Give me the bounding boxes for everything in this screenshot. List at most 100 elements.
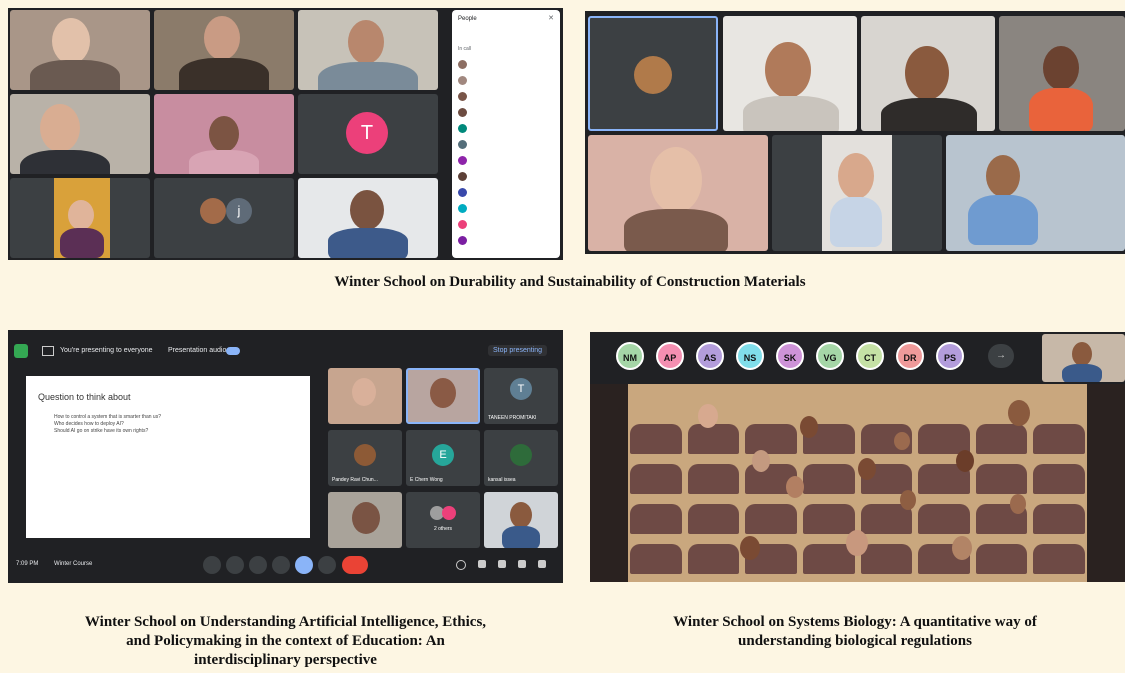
video-tile[interactable]: [484, 492, 558, 548]
video-tile[interactable]: 2 others: [406, 492, 480, 548]
mic-button[interactable]: [203, 556, 221, 574]
attendee: [900, 490, 916, 510]
video-tile[interactable]: T: [298, 94, 438, 174]
presentation-audio-label: Presentation audio: [168, 347, 227, 354]
activities-icon[interactable]: [518, 560, 526, 568]
attendee: [1008, 400, 1030, 426]
caption-systems-biology-1: Winter School on Systems Biology: A quan…: [673, 614, 1037, 630]
meeting-panel-construction-1: T j People ✕ In call: [8, 8, 563, 260]
list-item[interactable]: [458, 90, 554, 103]
participant-chip[interactable]: AP: [656, 342, 684, 370]
info-icon[interactable]: [456, 560, 466, 570]
more-options-button[interactable]: [318, 556, 336, 574]
video-tile[interactable]: j: [154, 178, 294, 258]
raise-hand-button[interactable]: [272, 556, 290, 574]
video-tile[interactable]: [588, 16, 718, 131]
participant-chip[interactable]: NM: [616, 342, 644, 370]
end-call-button[interactable]: [342, 556, 368, 574]
video-tile[interactable]: T TANEEN PROMITAKI: [484, 368, 558, 424]
slide-bullet: Who decides how to deploy AI?: [54, 421, 124, 427]
participant-chip[interactable]: DR: [896, 342, 924, 370]
chevron-right-icon[interactable]: →: [988, 344, 1014, 368]
video-tile[interactable]: [154, 94, 294, 174]
video-tile[interactable]: [10, 94, 150, 174]
people-panel: People ✕ In call: [452, 10, 560, 258]
in-call-label: In call: [458, 46, 472, 52]
meeting-name: Winter Course: [54, 561, 93, 567]
presenting-status: You're presenting to everyone: [60, 347, 153, 354]
lock-icon[interactable]: [538, 560, 546, 568]
slide-bullet: Should AI go on strike have its own righ…: [54, 428, 149, 434]
video-tile[interactable]: [10, 10, 150, 90]
presentation-audio-toggle[interactable]: [226, 347, 240, 355]
video-tile[interactable]: kansal issea: [484, 430, 558, 486]
list-item[interactable]: [458, 154, 554, 167]
captions-button[interactable]: [249, 556, 267, 574]
attendee: [894, 432, 910, 450]
list-item[interactable]: [458, 234, 554, 247]
video-tile[interactable]: [298, 178, 438, 258]
video-tile[interactable]: [772, 135, 942, 251]
attendee: [786, 476, 804, 498]
chat-icon[interactable]: [498, 560, 506, 568]
list-item[interactable]: [458, 186, 554, 199]
participant-name: Pandey Ravi Chun...: [332, 477, 378, 483]
video-tile[interactable]: Pandey Ravi Chun...: [328, 430, 402, 486]
caption-ai-ethics-2: and Policymaking in the context of Educa…: [126, 633, 445, 649]
video-tile[interactable]: [946, 135, 1125, 251]
video-tile[interactable]: [154, 10, 294, 90]
list-item[interactable]: [458, 122, 554, 135]
people-icon[interactable]: [478, 560, 486, 568]
immersive-auditorium: [590, 384, 1125, 582]
participant-chip[interactable]: CT: [856, 342, 884, 370]
present-icon: [14, 344, 28, 358]
video-tile[interactable]: [328, 492, 402, 548]
slide: Question to think about How to control a…: [26, 376, 310, 538]
attendee: [800, 416, 818, 438]
attendee: [858, 458, 876, 480]
video-tile[interactable]: [723, 16, 857, 131]
self-view-tile[interactable]: [1042, 334, 1125, 382]
video-tile[interactable]: [406, 368, 480, 424]
attendee: [956, 450, 974, 472]
meeting-panel-ai-ethics: You're presenting to everyone Presentati…: [8, 330, 563, 583]
avatar-t: T: [346, 112, 388, 154]
video-tile[interactable]: [999, 16, 1125, 131]
people-panel-title: People: [458, 16, 477, 22]
participant-chip[interactable]: NS: [736, 342, 764, 370]
list-item[interactable]: [458, 58, 554, 71]
video-tile[interactable]: [861, 16, 995, 131]
list-item[interactable]: [458, 218, 554, 231]
participant-name: kansal issea: [488, 477, 516, 483]
video-tile[interactable]: [588, 135, 768, 251]
attendee: [952, 536, 972, 560]
close-icon[interactable]: ✕: [548, 14, 554, 22]
list-item[interactable]: [458, 170, 554, 183]
camera-button[interactable]: [226, 556, 244, 574]
video-tile[interactable]: [328, 368, 402, 424]
stop-presenting-button[interactable]: Stop presenting: [488, 345, 548, 356]
participant-chip[interactable]: SK: [776, 342, 804, 370]
meeting-panel-construction-2: [585, 11, 1125, 254]
participant-chip[interactable]: AS: [696, 342, 724, 370]
avatar-j: j: [226, 198, 252, 224]
attendee: [740, 536, 760, 560]
present-button[interactable]: [295, 556, 313, 574]
list-item[interactable]: [458, 106, 554, 119]
caption-systems-biology-2: understanding biological regulations: [738, 633, 972, 649]
others-count: 2 others: [433, 526, 453, 532]
participant-name: E Chern Wong: [410, 477, 443, 483]
avatar-t: T: [510, 378, 532, 400]
list-item[interactable]: [458, 138, 554, 151]
slide-bullet: How to control a system that is smarter …: [54, 414, 161, 420]
video-tile[interactable]: [10, 178, 150, 258]
participant-chip[interactable]: VG: [816, 342, 844, 370]
list-item[interactable]: [458, 74, 554, 87]
video-tile[interactable]: [298, 10, 438, 90]
present-screen-icon: [42, 346, 54, 356]
meeting-panel-systems-biology: NM AP AS NS SK VG CT DR PS →: [590, 332, 1125, 582]
list-item[interactable]: [458, 202, 554, 215]
participant-chip[interactable]: PS: [936, 342, 964, 370]
caption-ai-ethics-1: Winter School on Understanding Artificia…: [84, 614, 487, 630]
video-tile[interactable]: E E Chern Wong: [406, 430, 480, 486]
